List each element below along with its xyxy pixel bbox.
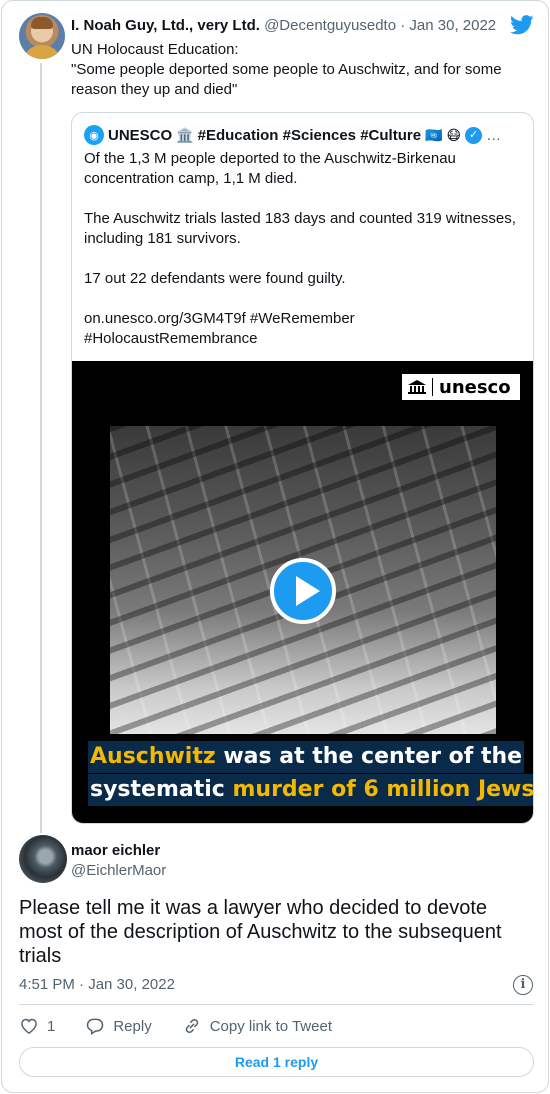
- avatar-shirt: [23, 45, 61, 59]
- reply-author-name[interactable]: maor eichler: [71, 841, 166, 861]
- tweet-date[interactable]: Jan 30, 2022: [409, 17, 496, 34]
- tweet-text: UN Holocaust Education: "Some people dep…: [71, 41, 502, 98]
- video-player[interactable]: unesco Auschwitz was at the center of th…: [72, 361, 533, 823]
- meta-separator: ·: [396, 17, 410, 34]
- reply-text: Please tell me it was a lawyer who decid…: [19, 897, 502, 967]
- author-handle[interactable]: @Decentguyusedto: [264, 17, 396, 34]
- like-button[interactable]: 1: [19, 1016, 55, 1036]
- un-flag-emoji-icon: 🇺🇳: [425, 126, 443, 143]
- truncation-ellipsis: …: [486, 126, 502, 144]
- caption-systematic: systematic: [90, 777, 233, 802]
- caption-center-text: was at the center of the: [215, 744, 523, 769]
- heart-icon: [21, 1018, 37, 1034]
- unesco-logo: unesco: [402, 374, 520, 400]
- tweet-embed-card: I. Noah Guy, Ltd., very Ltd. @Decentguyu…: [1, 0, 549, 1093]
- reply-header: maor eichler @EichlerMaor: [71, 841, 166, 881]
- museum-emoji-icon: 🏛️: [176, 126, 194, 143]
- reply-label: Reply: [113, 1017, 152, 1035]
- divider: [19, 1004, 534, 1005]
- quoted-author-name: UNESCO: [108, 126, 173, 144]
- logo-separator: [432, 378, 433, 396]
- quoted-hashtags: #Education #Sciences #Culture: [197, 126, 422, 144]
- reply-author-avatar[interactable]: [19, 835, 67, 883]
- copy-link-label: Copy link to Tweet: [209, 1017, 332, 1035]
- twitter-bird-icon[interactable]: [510, 15, 534, 35]
- reply-author-handle[interactable]: @EichlerMaor: [71, 861, 166, 881]
- copy-link-button[interactable]: Copy link to Tweet: [182, 1016, 332, 1036]
- read-replies-button[interactable]: Read 1 reply: [19, 1047, 534, 1077]
- quoted-text: Of the 1,3 M people deported to the Ausc…: [84, 150, 516, 347]
- author-avatar[interactable]: [19, 13, 65, 59]
- author-name[interactable]: I. Noah Guy, Ltd., very Ltd.: [71, 17, 260, 34]
- caption-auschwitz: Auschwitz: [90, 744, 216, 769]
- caption-line-1: Auschwitz was at the center of the: [88, 741, 525, 773]
- verified-badge-icon: ✓: [465, 126, 483, 144]
- reply-button[interactable]: Reply: [85, 1016, 152, 1036]
- quoted-header: ◉ UNESCO 🏛️ #Education #Sciences #Cultur…: [84, 125, 501, 145]
- caption-line-2: systematic murder of 6 million Jews: [88, 774, 534, 806]
- avatar-hair: [31, 17, 53, 29]
- info-icon[interactable]: i: [513, 975, 533, 995]
- temple-icon: [408, 380, 426, 394]
- unesco-logo-text: unesco: [439, 376, 511, 398]
- link-icon: [185, 1018, 198, 1034]
- video-caption: Auschwitz was at the center of the syste…: [88, 741, 533, 807]
- thread-line: [40, 63, 42, 833]
- action-bar: 1 Reply Copy link to Tweet: [19, 1015, 362, 1037]
- reply-bubble-icon: [87, 1018, 104, 1035]
- tweet-header: I. Noah Guy, Ltd., very Ltd. @Decentguyu…: [71, 17, 496, 34]
- reply-timestamp[interactable]: 4:51 PM · Jan 30, 2022: [19, 976, 175, 993]
- mask-emoji-icon: 😷: [446, 126, 462, 143]
- play-button-icon[interactable]: [270, 558, 336, 624]
- like-count: 1: [47, 1017, 56, 1035]
- quoted-tweet[interactable]: ◉ UNESCO 🏛️ #Education #Sciences #Cultur…: [71, 112, 534, 824]
- unesco-avatar: ◉: [84, 125, 104, 145]
- caption-murder-text: murder of 6 million Jews: [232, 777, 534, 802]
